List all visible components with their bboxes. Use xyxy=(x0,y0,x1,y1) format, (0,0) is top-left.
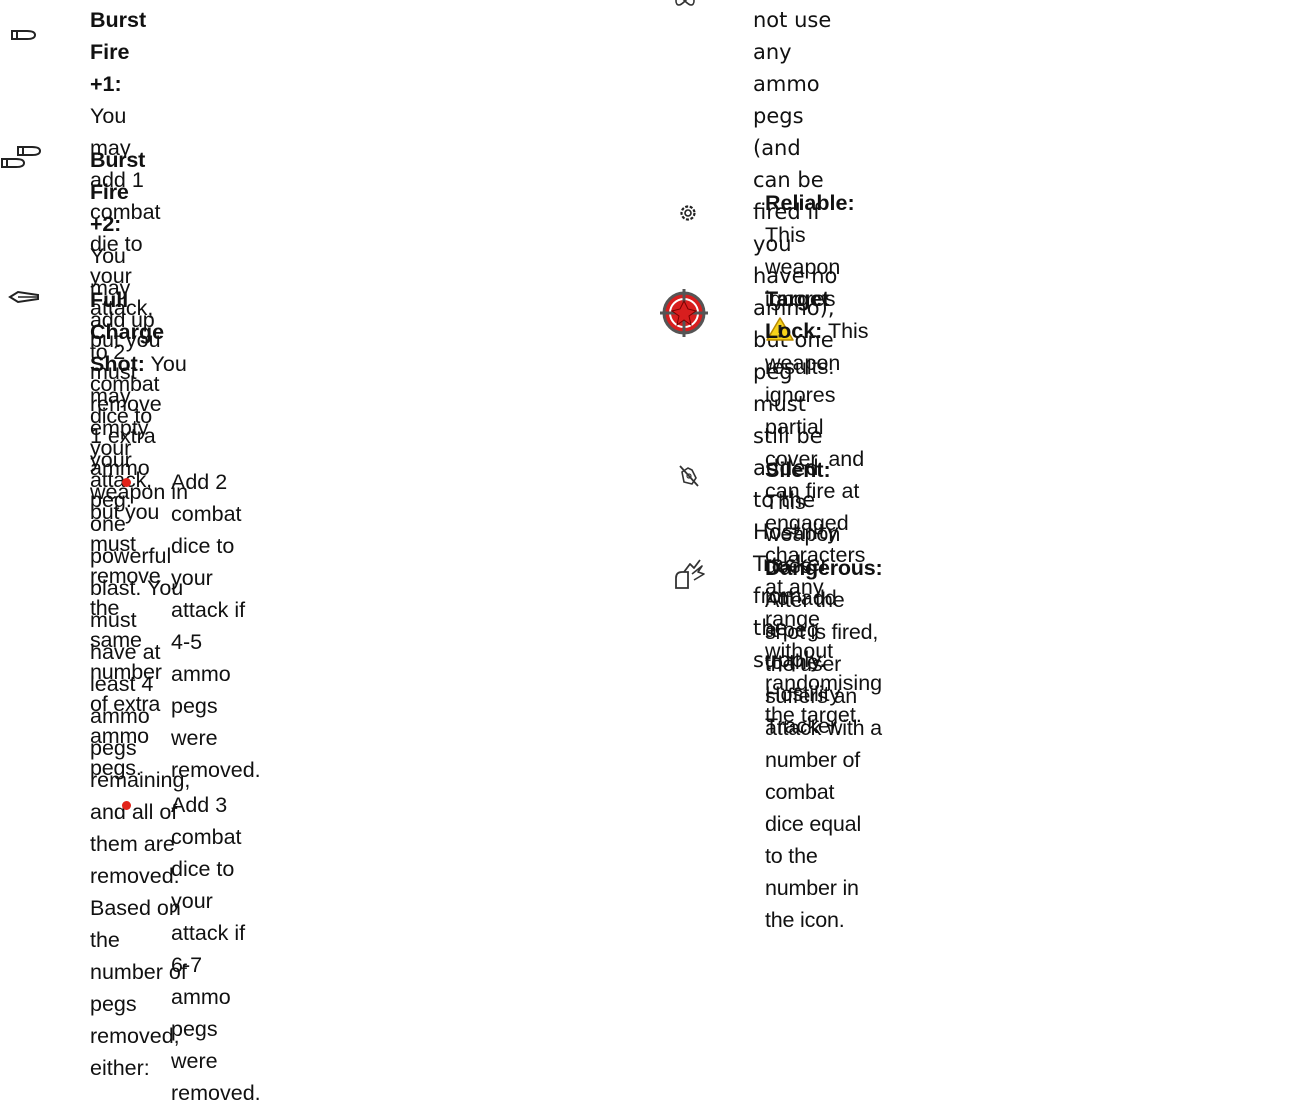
list-item-text: 6-7 ammo pegs were removed. xyxy=(171,953,261,1105)
list-item: Add 2 combat dice to your attack if 4-5 … xyxy=(114,466,261,786)
gear-icon xyxy=(678,203,698,228)
rule-text: suffers an attack with a number of comba… xyxy=(765,684,882,804)
bullet-dot xyxy=(122,801,131,810)
rule-title: Target Lock: xyxy=(765,287,830,343)
charge-shot-icon xyxy=(8,290,40,309)
double-bullet-icon xyxy=(0,144,48,179)
rule-text: not use any ammo pegs (and can be xyxy=(753,8,832,192)
dangerous-icon xyxy=(672,558,706,597)
target-lock-icon xyxy=(658,287,710,344)
list-item: Add 3 combat dice to your attack if 6-7 … xyxy=(114,789,261,1109)
charge-options-list: Add 2 combat dice to your attack if 4-5 … xyxy=(114,466,261,1112)
rule-title: Silent: xyxy=(765,458,831,482)
bullet-icon xyxy=(10,28,38,47)
rule-text: dice equal to the number in the icon. xyxy=(765,812,862,932)
rule-title: Burst Fire +1: xyxy=(90,8,147,96)
rule-text: After the shot is fired, the user xyxy=(765,588,879,676)
infinity-icon xyxy=(674,0,696,12)
rule-title: Burst Fire +2: xyxy=(90,148,146,236)
list-item-text: 4-5 ammo pegs were removed. xyxy=(171,630,261,782)
rule-title: Reliable: xyxy=(765,191,855,215)
list-item-text: Add 2 combat dice to your attack if xyxy=(171,470,246,622)
bullet-dot xyxy=(122,478,131,487)
silent-icon xyxy=(678,464,700,493)
list-item-text: Add 3 combat dice to your attack if xyxy=(171,793,246,945)
rule-title: Dangerous: xyxy=(765,556,883,580)
